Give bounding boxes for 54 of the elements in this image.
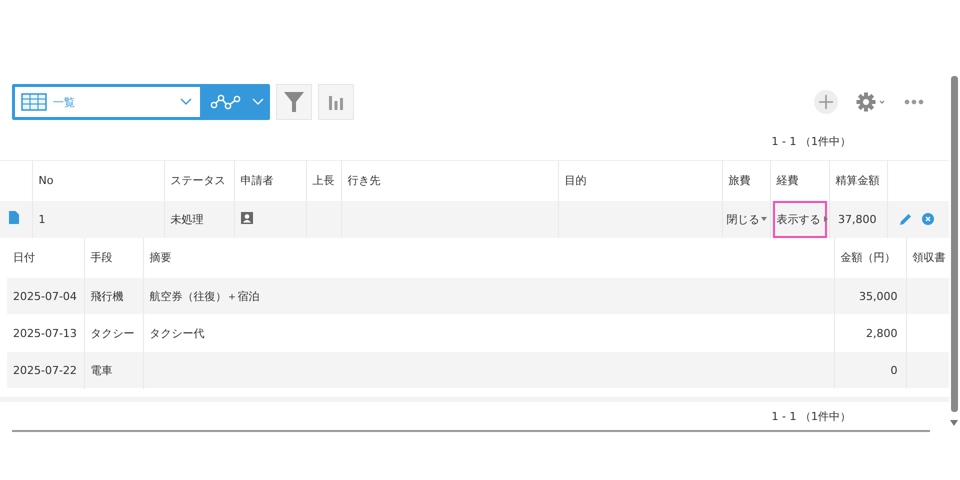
table-cell: 2025-07-22 [13,364,77,376]
table-cell: 35,000 [859,290,898,302]
column-header: 日付 [13,250,35,264]
table-cell: 未処理 [170,212,204,226]
column-header: 目的 [564,174,586,188]
pencil-icon[interactable] [900,213,912,225]
horizontal-scrollbar[interactable] [12,430,930,432]
filter-button[interactable] [276,84,312,120]
chart-button[interactable] [318,84,354,120]
column-header: 上長 [312,174,334,188]
column-header: 手段 [90,250,112,264]
pagination-text: 1 - 1 （1件中） [772,408,851,424]
more-icon [904,99,924,105]
column-header: 摘要 [150,250,172,264]
close-icon[interactable] [922,213,934,225]
expand-toggle[interactable]: 表示する [774,212,830,226]
column-header: 申請者 [240,174,274,188]
settings-icon [856,92,886,112]
plus-icon [819,95,833,109]
pagination-text: 1 - 1 （1件中） [772,134,851,148]
more-button[interactable] [904,99,924,105]
bar-chart-icon [328,94,344,110]
column-header: 経費 [776,174,798,188]
document-icon[interactable] [9,211,19,224]
column-header: 領収書 [912,250,946,264]
column-header: 金額（円） [840,250,896,264]
vertical-scrollbar[interactable] [951,76,958,412]
table-cell: 2025-07-04 [13,290,77,302]
settings-button[interactable] [856,92,886,112]
column-header: No [38,174,54,188]
chevron-down-icon [180,98,192,106]
user-icon [240,212,252,224]
table-cell: 2025-07-13 [13,326,77,340]
table-cell: 飛行機 [90,290,124,302]
column-header: ステータス [170,174,226,188]
table-cell: 1 [38,212,46,226]
add-button[interactable] [814,90,838,114]
table-cell: 2,800 [866,326,898,340]
table-icon [21,93,47,111]
table-cell: タクシー [90,326,134,340]
table-cell: タクシー代 [150,326,204,340]
collapse-toggle[interactable]: 閉じる [724,212,768,226]
scroll-down-icon[interactable] [950,420,958,426]
table-cell: 電車 [90,364,112,376]
table-cell: 37,800 [838,212,876,226]
table-cell: 航空券（往復）＋宿泊 [150,290,260,302]
table-cell: 0 [890,364,898,376]
column-header: 行き先 [348,174,380,188]
view-name: 一覧 [53,94,76,110]
filter-icon [283,90,305,114]
column-header: 旅費 [728,174,750,188]
chevron-down-icon [252,98,264,106]
graph-icon[interactable] [210,94,242,110]
column-header: 精算金額 [836,174,880,188]
